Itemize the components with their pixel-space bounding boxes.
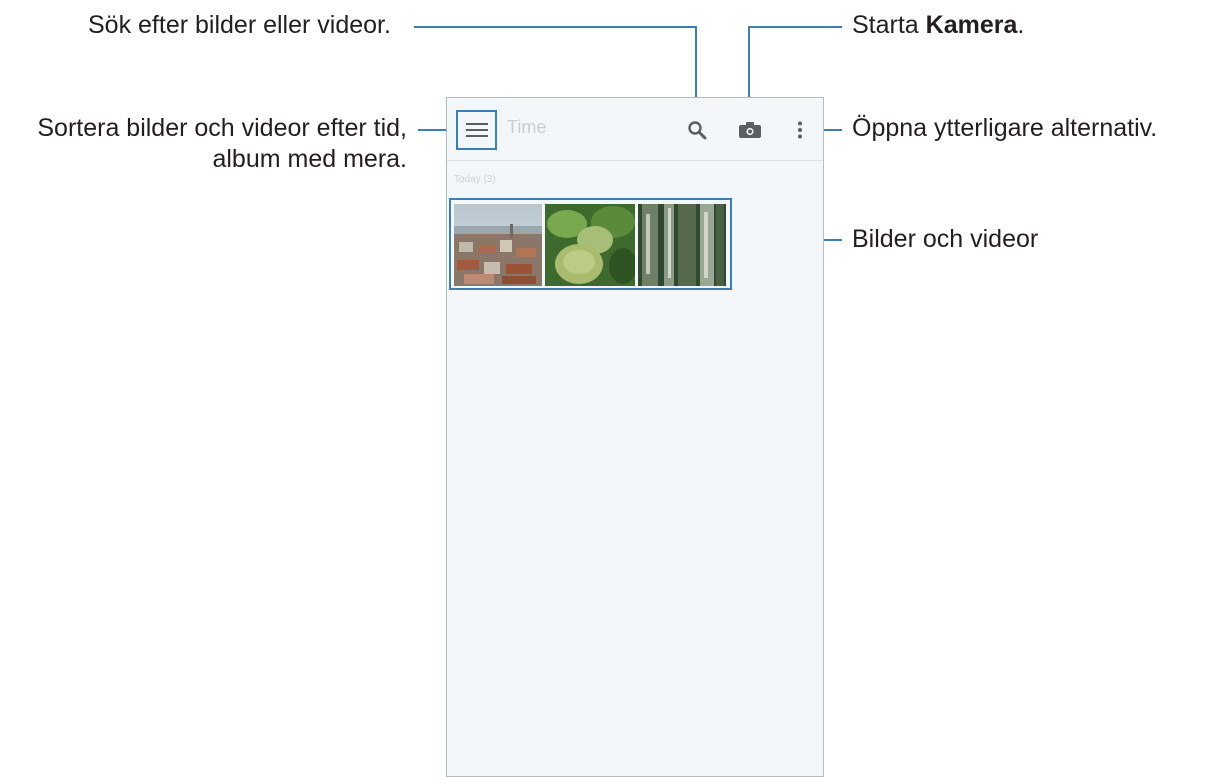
search-callout: Sök efter bilder eller videor. [88,11,391,39]
search-icon[interactable] [687,120,707,145]
camera-leader-h [748,26,842,28]
camera-callout-prefix: Starta [852,11,926,39]
app-bar [447,98,823,161]
city-photo[interactable] [454,204,542,286]
tree-bark-photo[interactable] [638,204,726,286]
gallery-screen: Time Today (3) [446,97,824,777]
plant-buds-photo[interactable] [545,204,635,286]
more-callout: Öppna ytterligare alternativ. [852,114,1158,142]
hamburger-menu-icon[interactable] [466,122,488,143]
camera-icon[interactable] [739,122,761,143]
camera-callout: Starta Kamera. [852,10,1024,41]
menu-callout-line1: Sortera bilder och videor efter tid, [37,114,407,142]
app-title: Time [507,117,547,137]
camera-callout-suffix: . [1017,11,1025,39]
camera-callout-bold: Kamera [925,11,1018,39]
menu-callout: Sortera bilder och videor efter tid, alb… [37,113,407,175]
menu-callout-line2: album med mera. [212,145,407,173]
more-options-icon[interactable] [797,121,803,144]
date-section-label: Today (3) [454,174,496,185]
media-callout: Bilder och videor [852,225,1039,253]
search-leader-h [414,26,697,28]
